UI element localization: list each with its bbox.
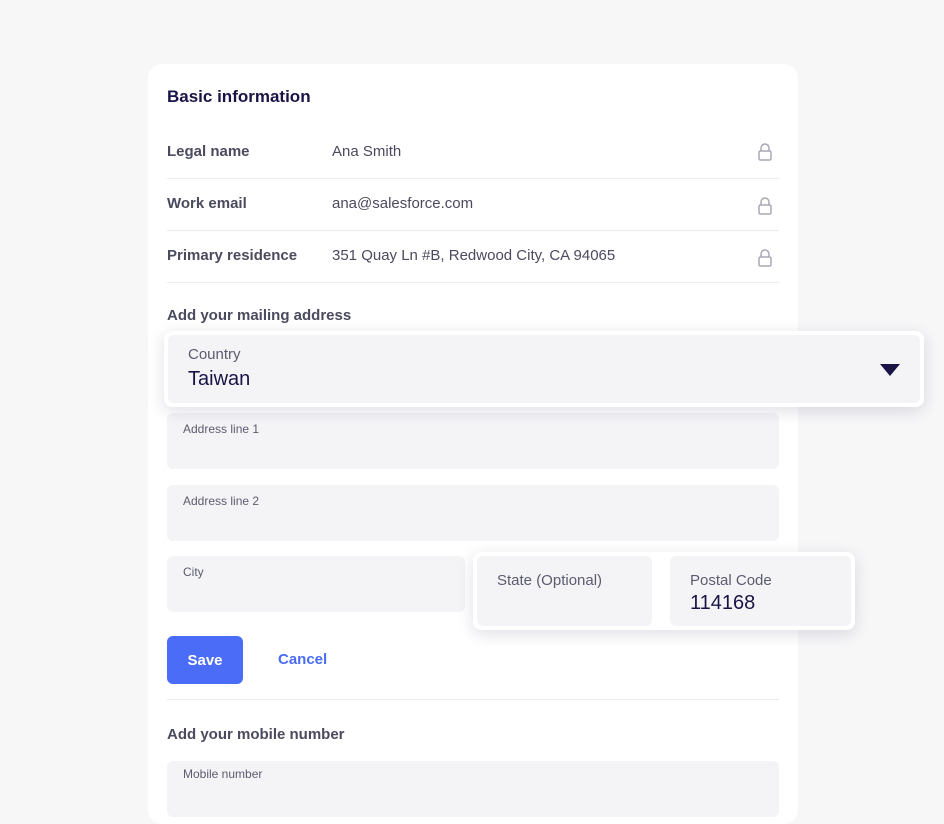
city-field[interactable]: City [167,556,465,612]
divider [167,699,779,700]
postal-code-value: 114168 [690,592,756,614]
postal-code-field[interactable]: Postal Code 114168 [670,556,851,626]
country-select[interactable]: Country Taiwan [164,331,924,407]
lock-icon [758,143,772,161]
mobile-number-heading: Add your mobile number [167,726,345,743]
country-label: Country [188,346,241,363]
cancel-button[interactable]: Cancel [270,636,335,684]
lock-icon [758,249,772,267]
save-button[interactable]: Save [167,636,243,684]
state-postal-group: State (Optional) Postal Code 114168 [473,552,855,630]
info-value: Ana Smith [332,143,402,160]
info-value: 351 Quay Ln #B, Redwood City, CA 94065 [332,247,616,264]
address-line-1-field[interactable]: Address line 1 [167,413,779,469]
postal-code-label: Postal Code [690,572,772,589]
mailing-address-heading: Add your mailing address [167,307,352,324]
country-value: Taiwan [188,368,251,390]
info-label: Work email [167,195,247,212]
lock-icon [758,197,772,215]
field-label: Mobile number [183,767,263,781]
info-row-work-email: Work email ana@salesforce.com [167,178,779,231]
state-field[interactable]: State (Optional) [477,556,652,626]
info-value: ana@salesforce.com [332,195,474,212]
state-label: State (Optional) [497,572,603,589]
field-label: City [183,565,204,579]
field-label: Address line 1 [183,422,260,436]
info-label: Primary residence [167,247,298,264]
basic-information-card: Basic information Legal name Ana Smith W… [148,64,798,824]
info-label: Legal name [167,143,250,160]
caret-down-icon[interactable] [880,364,900,376]
country-select-field[interactable]: Country Taiwan [168,335,920,403]
address-line-2-field[interactable]: Address line 2 [167,485,779,541]
mobile-number-field[interactable]: Mobile number [167,761,779,817]
info-row-primary-residence: Primary residence 351 Quay Ln #B, Redwoo… [167,230,779,283]
info-row-legal-name: Legal name Ana Smith [167,126,779,179]
section-title: Basic information [167,87,311,106]
field-label: Address line 2 [183,494,260,508]
